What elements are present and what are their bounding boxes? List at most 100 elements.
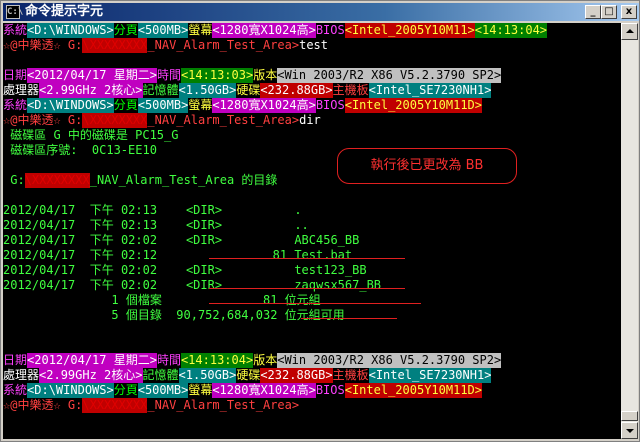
console-line: 2012/04/17 下午 02:13 <DIR> . — [3, 203, 302, 218]
annotation-callout: 執行後已更改為 BB — [337, 148, 517, 184]
console-line — [3, 188, 10, 203]
console-text: 記憶體 — [142, 83, 179, 97]
console-text: 系統 — [3, 98, 28, 112]
window-title: 命令提示字元 — [25, 4, 104, 19]
console-text: \XXXXXXXX — [24, 173, 90, 188]
console-text: 分頁 — [113, 383, 138, 397]
console-text: 2012/04/17 — [3, 233, 90, 247]
console-text: 下午 — [89, 218, 121, 232]
console-line: 系統<D:\WINDOWS>分頁<500MB>螢幕<1280寬X1024高>BI… — [3, 98, 482, 113]
scroll-down-button[interactable] — [621, 422, 638, 439]
console-text: 下午 — [89, 263, 121, 277]
console-text: <Win 2003/R2 X86 V5.2.3790 SP2> — [277, 353, 502, 368]
arrow-up-icon — [626, 29, 634, 33]
console-text: 磁碟區 G 中的磁碟是 PC15_G — [3, 128, 179, 142]
console-text: <D:\WINDOWS> — [27, 383, 114, 398]
scroll-up-button[interactable] — [621, 23, 638, 40]
console-line: 2012/04/17 下午 02:02 <DIR> ABC456_BB — [3, 233, 359, 248]
console-text: 5 個目錄 90,752,684,032 位元組可用 — [3, 308, 345, 322]
console-text: 下午 — [89, 203, 121, 217]
console-text: dir — [299, 113, 321, 127]
annotation-underline-test123 — [209, 288, 405, 289]
title-bar[interactable]: C:\ 命令提示字元 _ □ x — [3, 3, 639, 21]
console-text: 螢幕 — [188, 98, 213, 112]
console-text: BIOS — [315, 23, 345, 37]
console-text: 02:02 <DIR> test123_BB — [120, 263, 367, 277]
minimize-button[interactable]: _ — [585, 5, 601, 19]
console-text: 螢幕 — [188, 23, 213, 37]
console-text: <D:\WINDOWS> — [27, 23, 114, 38]
console-text: <Intel_2005Y10M11D> — [344, 383, 482, 398]
console-text: ☆@中樂透☆ G: — [3, 113, 83, 127]
console-text: <1280寬X1024高> — [212, 23, 316, 38]
console-text: 硬碟 — [236, 368, 261, 382]
console-text: 下午 — [89, 233, 121, 247]
console-text: <Intel_SE7230NH1> — [368, 368, 492, 383]
console-text: test — [299, 38, 329, 52]
console-text: 系統 — [3, 383, 28, 397]
annotation-underline-zaqwsx567 — [209, 303, 421, 304]
console-text: 硬碟 — [236, 83, 261, 97]
console-text: ☆@中樂透☆ G: — [3, 38, 83, 52]
console-text: 主機板 — [332, 83, 369, 97]
console-text: <2012/04/17 星期二> — [27, 353, 157, 368]
console-text: 螢幕 — [188, 383, 213, 397]
console-text: 系統 — [3, 23, 28, 37]
console-text: BIOS — [315, 383, 345, 397]
console-text: 日期 — [3, 353, 28, 367]
console-text: 2012/04/17 — [3, 218, 90, 232]
console-text: 02:02 <DIR> ABC456_BB — [120, 233, 360, 247]
console-line — [3, 53, 10, 68]
console-line: 1 個檔案 81 位元組 — [3, 293, 321, 308]
console-line: 系統<D:\WINDOWS>分頁<500MB>螢幕<1280寬X1024高>BI… — [3, 23, 548, 38]
console-icon[interactable]: C:\ — [6, 5, 23, 19]
console-line — [3, 338, 10, 353]
console-text: 1 個檔案 81 位元組 — [3, 293, 321, 307]
console-text: ☆@中樂透☆ G: — [3, 398, 83, 412]
console-text: 下午 — [89, 278, 121, 292]
console-text: 處理器 — [3, 368, 40, 382]
console-line: ☆@中樂透☆ G:\XXXXXXXX_NAV_Alarm_Test_Area>t… — [3, 38, 328, 53]
console-line: G:\XXXXXXXX_NAV_Alarm_Test_Area 的目錄 — [3, 173, 277, 188]
console-text: 主機板 — [332, 368, 369, 382]
console-text: _NAV_Alarm_Test_Area> — [147, 38, 300, 52]
console-line: 處理器<2.99GHz 2核心>記憶體<1.50GB>硬碟<232.88GB>主… — [3, 368, 492, 383]
console-text: <2.99GHz 2核心> — [39, 83, 143, 98]
console-text: <14:13:04> — [474, 23, 548, 38]
console-text: 記憶體 — [142, 368, 179, 382]
console-text: 02:13 <DIR> . — [120, 203, 302, 217]
console-text: 磁碟區序號: 0C13-EE10 — [3, 143, 157, 157]
console-line: 2012/04/17 下午 02:02 <DIR> zaqwsx567_BB — [3, 278, 381, 293]
close-button[interactable]: x — [621, 5, 637, 19]
console-text: <2012/04/17 星期二> — [27, 68, 157, 83]
console-text: 2012/04/17 — [3, 248, 90, 262]
console-text: 版本 — [253, 68, 278, 82]
annotation-underline-totals — [301, 318, 397, 319]
console-text: \XXXXXXXX — [82, 113, 148, 128]
console-text: 時間 — [156, 68, 181, 82]
console-text: <500MB> — [137, 98, 189, 113]
console-line: 2012/04/17 下午 02:12 81 Test.bat — [3, 248, 352, 263]
console-text: 版本 — [253, 353, 278, 367]
console-text: 2012/04/17 — [3, 203, 90, 217]
vertical-scrollbar[interactable] — [621, 23, 638, 439]
console-text: 02:13 <DIR> .. — [120, 218, 309, 232]
console-line: 5 個目錄 90,752,684,032 位元組可用 — [3, 308, 345, 323]
console-text: 2012/04/17 — [3, 263, 90, 277]
console-text: 處理器 — [3, 83, 40, 97]
console-text: <1.50GB> — [178, 368, 237, 383]
console-text: \XXXXXXXX — [82, 38, 148, 53]
arrow-down-icon — [626, 429, 634, 433]
console-line — [3, 158, 10, 173]
console-text: <14:13:03> — [180, 68, 254, 83]
console-text: G: — [3, 173, 25, 187]
scroll-thumb[interactable] — [621, 411, 638, 421]
console-output[interactable]: 系統<D:\WINDOWS>分頁<500MB>螢幕<1280寬X1024高>BI… — [3, 23, 621, 439]
console-line: 2012/04/17 下午 02:02 <DIR> test123_BB — [3, 263, 367, 278]
console-text: <Win 2003/R2 X86 V5.2.3790 SP2> — [277, 68, 502, 83]
console-text: 2012/04/17 — [3, 278, 90, 292]
maximize-button[interactable]: □ — [601, 5, 617, 19]
